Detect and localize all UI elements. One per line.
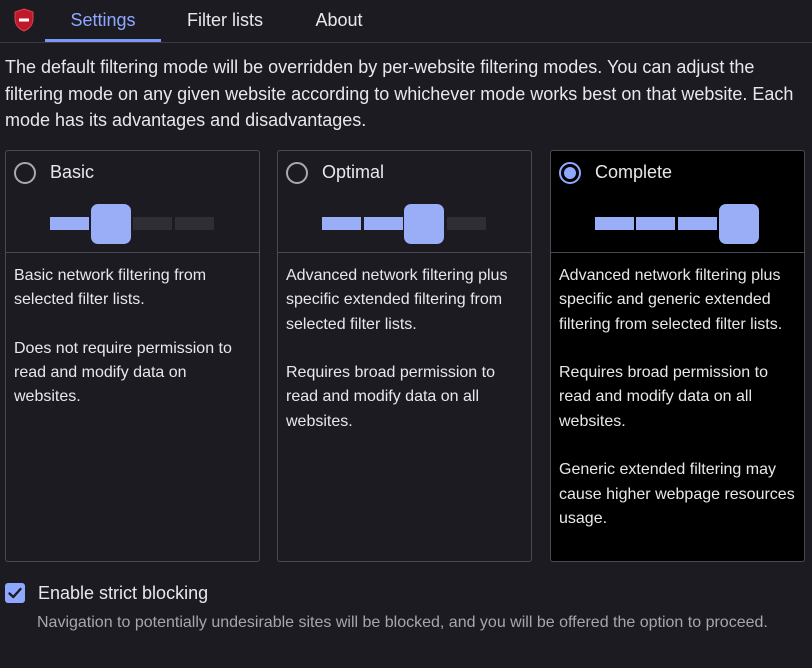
slider-segment (322, 217, 361, 230)
mode-card-basic[interactable]: Basic Basic network filtering from selec… (5, 150, 260, 562)
mode-description-paragraph: Requires broad permission to read and mo… (559, 364, 768, 430)
slider-segment (175, 217, 214, 230)
mode-description: Basic network filtering from selected fi… (6, 253, 259, 410)
strict-blocking-checkbox[interactable] (5, 583, 25, 603)
tab-settings[interactable]: Settings (45, 0, 161, 42)
slider-knob (719, 204, 759, 244)
mode-radio-complete[interactable] (559, 162, 581, 184)
slider-segment (50, 217, 89, 230)
mode-description-paragraph: Does not require permission to read and … (14, 339, 232, 406)
mode-radio-basic[interactable] (14, 162, 36, 184)
slider-knob (404, 204, 444, 244)
mode-title: Complete (595, 162, 673, 182)
slider-segment (678, 217, 717, 230)
tab-bar: Settings Filter lists About (0, 0, 812, 43)
mode-level-slider (50, 204, 214, 244)
mode-card-optimal[interactable]: Optimal Advanced network filtering plus … (277, 150, 532, 562)
mode-level-slider (322, 204, 486, 244)
mode-description-paragraph: Advanced network filtering plus specific… (286, 267, 508, 333)
slider-segment (364, 217, 403, 230)
mode-description: Advanced network filtering plus specific… (278, 253, 531, 434)
ublock-shield-icon (13, 8, 35, 32)
strict-blocking-description: Navigation to potentially undesirable si… (37, 614, 768, 631)
strict-blocking-label[interactable]: Enable strict blocking (38, 582, 208, 604)
mode-title: Optimal (322, 162, 385, 182)
tab-about[interactable]: About (300, 0, 378, 40)
slider-segment (595, 217, 634, 230)
slider-segment (447, 217, 486, 230)
mode-description-paragraph: Basic network filtering from selected fi… (14, 267, 207, 309)
slider-segment (133, 217, 172, 230)
check-icon (8, 587, 22, 599)
mode-description-paragraph: Requires broad permission to read and mo… (286, 364, 495, 430)
intro-text: The default filtering mode will be overr… (5, 57, 794, 130)
tab-filter-lists[interactable]: Filter lists (170, 0, 280, 40)
mode-radio-optimal[interactable] (286, 162, 308, 184)
mode-card-header: Optimal (278, 151, 531, 253)
mode-card-complete[interactable]: Complete Advanced network filtering plus… (550, 150, 805, 562)
app-window: Settings Filter lists About The default … (0, 0, 812, 668)
slider-knob (91, 204, 131, 244)
slider-segment (636, 217, 675, 230)
mode-description-paragraph: Advanced network filtering plus specific… (559, 267, 783, 333)
mode-level-slider (595, 204, 759, 244)
mode-description-paragraph: Generic extended filtering may cause hig… (559, 461, 795, 527)
mode-card-header: Complete (551, 151, 804, 253)
mode-card-header: Basic (6, 151, 259, 253)
mode-description: Advanced network filtering plus specific… (551, 253, 804, 531)
mode-title: Basic (50, 162, 95, 182)
